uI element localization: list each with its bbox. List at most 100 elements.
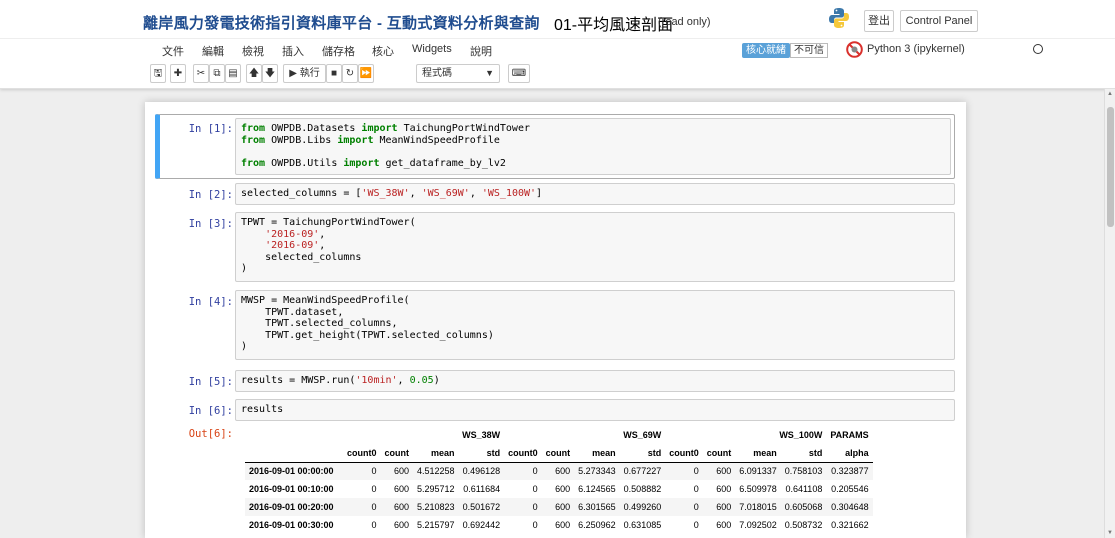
restart-run-all-icon[interactable]: ⏩ — [358, 64, 374, 83]
group-header-ws38w: WS_38W — [462, 430, 501, 440]
table-cell: 6.091337 — [739, 466, 777, 477]
table-cell: 5.210823 — [417, 502, 455, 512]
kernel-status-badge[interactable]: 核心就緒 — [742, 43, 790, 58]
table-cell: 0 — [532, 466, 538, 477]
table-cell: 0.205546 — [831, 484, 869, 494]
interrupt-icon[interactable]: ■ — [326, 64, 342, 83]
menu-cell[interactable]: 儲存格 — [322, 43, 355, 59]
menu-insert[interactable]: 插入 — [282, 43, 304, 59]
menu-help[interactable]: 說明 — [470, 43, 492, 59]
code-cell-6[interactable]: In [6]: results Out[6]: WS_38W WS_69W WS… — [155, 399, 955, 538]
in-prompt: In [3]: — [188, 218, 233, 230]
column-header: count — [702, 444, 736, 463]
move-up-icon[interactable]: 🡅 — [246, 64, 262, 83]
table-cell: 6.124565 — [578, 484, 616, 494]
cut-icon[interactable]: ✂ — [193, 64, 209, 83]
menu-view[interactable]: 檢視 — [242, 43, 264, 59]
run-button[interactable]: ▶ 執行 — [283, 64, 326, 83]
row-index: 2016-09-01 00:20:00 — [249, 502, 334, 512]
table-cell: 0.508882 — [623, 484, 662, 494]
trusted-indicator[interactable]: 不可信 — [790, 43, 828, 58]
scroll-up-icon[interactable]: ▲ — [1107, 91, 1113, 97]
table-cell: 0 — [371, 520, 377, 530]
table-cell: 0 — [532, 484, 538, 494]
code-cell-2[interactable]: In [2]: selected_columns = ['WS_38W', 'W… — [155, 183, 955, 207]
column-header: count0 — [343, 444, 381, 463]
column-header: count0 — [504, 444, 542, 463]
paste-icon[interactable]: ▤ — [225, 64, 241, 83]
move-down-icon[interactable]: 🡇 — [262, 64, 278, 83]
table-cell: 0.499260 — [623, 502, 662, 512]
index-header-blank — [245, 444, 343, 463]
code-cell-4[interactable]: In [4]: MWSP = MeanWindSpeedProfile( TPW… — [155, 290, 955, 362]
table-cell: 600 — [393, 466, 410, 477]
scroll-down-icon[interactable]: ▼ — [1107, 530, 1113, 536]
code-cell-5[interactable]: In [5]: results = MWSP.run('10min', 0.05… — [155, 370, 955, 394]
kernel-name[interactable]: Python 3 (ipykernel) — [867, 43, 965, 55]
table-cell: 0.323877 — [831, 466, 869, 477]
code-input[interactable]: from OWPDB.Datasets import TaichungPortW… — [235, 118, 951, 175]
table-cell: 0 — [371, 466, 377, 477]
out-prompt: Out[6]: — [188, 428, 233, 440]
table-row: 2016-09-01 00:20:00 0 600 5.210823 0.501672 0… — [245, 498, 873, 516]
table-cell: 0 — [532, 520, 538, 530]
code-input[interactable]: TPWT = TaichungPortWindTower( '2016-09',… — [235, 212, 955, 282]
table-row: 2016-09-01 00:00:00 0 600 4.512258 0.496128 0… — [245, 462, 873, 480]
table-cell: 0.641108 — [785, 484, 823, 494]
in-prompt: In [6]: — [188, 405, 233, 417]
table-cell: 0 — [693, 520, 699, 530]
table-cell: 600 — [555, 520, 571, 530]
dataframe-output: WS_38W WS_69W WS_100W PARAMS count0 coun… — [245, 426, 873, 534]
save-icon[interactable]: 🖫 — [150, 64, 166, 83]
cell-type-select[interactable]: 程式碼 ▼ — [416, 64, 500, 83]
table-cell: 7.092502 — [739, 520, 777, 530]
table-cell: 0 — [693, 466, 699, 477]
table-row: 2016-09-01 00:30:00 0 600 5.215797 0.692442 0… — [245, 516, 873, 534]
table-cell: 600 — [393, 484, 410, 494]
in-prompt: In [4]: — [188, 296, 233, 308]
code-input[interactable]: results — [235, 399, 955, 421]
table-cell: 6.509978 — [739, 484, 777, 494]
code-input[interactable]: MWSP = MeanWindSpeedProfile( TPWT.datase… — [235, 290, 955, 360]
menu-kernel[interactable]: 核心 — [372, 43, 394, 59]
table-cell: 6.250962 — [578, 520, 616, 530]
scroll-thumb[interactable] — [1107, 107, 1114, 227]
column-header: mean — [735, 444, 781, 463]
insert-cell-icon[interactable]: ✚ — [170, 64, 186, 83]
copy-icon[interactable]: ⧉ — [209, 64, 225, 83]
menu-edit[interactable]: 編輯 — [202, 43, 224, 59]
column-header: count — [380, 444, 414, 463]
page-scrollbar[interactable]: ▲ ▼ — [1104, 89, 1115, 538]
no-entry-icon — [846, 41, 863, 58]
menu-file[interactable]: 文件 — [162, 43, 184, 59]
keyboard-icon[interactable]: ⌨ — [508, 64, 530, 83]
table-cell: 5.295712 — [417, 484, 455, 494]
notebook-name[interactable]: 01-平均風速剖面 — [554, 11, 673, 35]
code-input[interactable]: selected_columns = ['WS_38W', 'WS_69W', … — [235, 183, 955, 205]
code-cell-3[interactable]: In [3]: TPWT = TaichungPortWindTower( '2… — [155, 212, 955, 284]
table-cell: 0 — [693, 484, 699, 494]
cell-type-value: 程式碼 — [422, 68, 452, 79]
table-cell: 0.496128 — [462, 466, 501, 477]
control-panel-button[interactable]: Control Panel — [900, 10, 978, 32]
menu-widgets[interactable]: Widgets — [412, 43, 452, 55]
table-cell: 0.304648 — [831, 502, 869, 512]
toolbar: 🖫 ✚ ✂ ⧉ ▤ 🡅 🡇 ▶ 執行 ■ ↻ ⏩ 程式碼 ▼ ⌨ — [140, 64, 640, 86]
column-header: std — [780, 444, 827, 463]
row-index: 2016-09-01 00:30:00 — [249, 520, 334, 530]
table-cell: 600 — [555, 502, 571, 512]
row-index: 2016-09-01 00:00:00 — [249, 466, 334, 477]
table-cell: 600 — [555, 484, 571, 494]
table-cell: 6.301565 — [578, 502, 616, 512]
logout-button[interactable]: 登出 — [864, 10, 894, 32]
restart-icon[interactable]: ↻ — [342, 64, 358, 83]
table-cell: 600 — [555, 466, 571, 477]
site-title[interactable]: 離岸風力發電技術指引資料庫平台 - 互動式資料分析與查詢 — [143, 12, 540, 33]
table-cell: 0.508732 — [784, 520, 823, 530]
chevron-down-icon: ▼ — [485, 68, 494, 78]
group-header-ws69w: WS_69W — [623, 430, 662, 440]
column-header: alpha — [826, 444, 873, 463]
code-cell-1[interactable]: In [1]: from OWPDB.Datasets import Taich… — [155, 114, 955, 179]
code-input[interactable]: results = MWSP.run('10min', 0.05) — [235, 370, 955, 392]
table-cell: 0.631085 — [623, 520, 662, 530]
